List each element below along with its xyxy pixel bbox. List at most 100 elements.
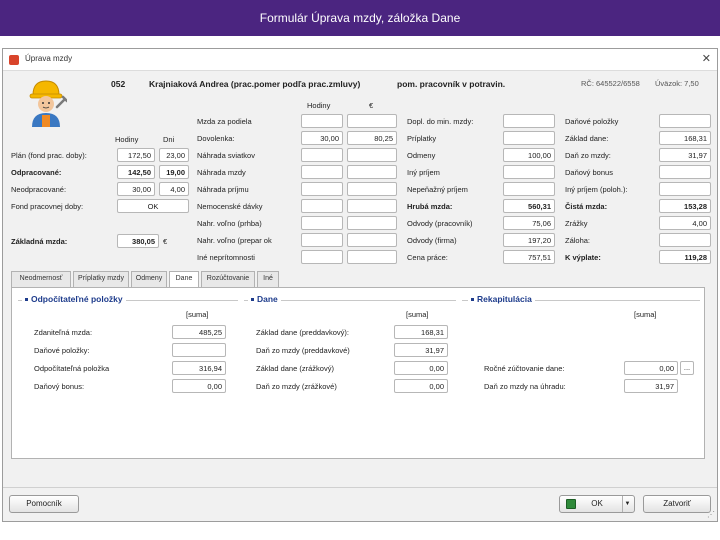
right-a-field[interactable]: 100,00 (503, 148, 555, 162)
group1-field[interactable]: 0,00 (172, 379, 226, 393)
tab-neodmernost[interactable]: Neodmernosť (11, 271, 71, 287)
mid-hodiny-field[interactable] (301, 165, 343, 179)
ok-button[interactable]: OK ▼ (559, 495, 635, 513)
right-a-label: Príplatky (407, 134, 437, 143)
group-marker-icon (251, 298, 254, 302)
right-a-field[interactable]: 75,06 (503, 216, 555, 230)
group-title-odpocitatelne: Odpočítateľné položky (22, 294, 126, 304)
right-a-label: Cena práce: (407, 253, 448, 262)
mid-suma-field[interactable] (347, 199, 397, 213)
right-b-field[interactable] (659, 165, 711, 179)
group1-field[interactable]: 485,25 (172, 325, 226, 339)
mid-row-label: Iné neprítomnosti (197, 253, 255, 262)
odpracovane-hodiny-field[interactable]: 142,50 (117, 165, 155, 179)
resize-grip-icon[interactable]: ⋰ (707, 510, 715, 519)
right-a-field[interactable] (503, 165, 555, 179)
right-a-field[interactable]: 757,51 (503, 250, 555, 264)
mid-hodiny-field[interactable] (301, 199, 343, 213)
slide-title: Formulár Úprava mzdy, záložka Dane (0, 0, 720, 36)
left-row-label: Odpracované: (11, 168, 62, 177)
right-b-field[interactable]: 168,31 (659, 131, 711, 145)
mid-suma-field[interactable] (347, 182, 397, 196)
mid-suma-field[interactable] (347, 165, 397, 179)
mid-suma-field[interactable] (347, 148, 397, 162)
odpracovane-dni-field[interactable]: 19,00 (159, 165, 189, 179)
employee-rc: RČ: 645522/6558 (581, 79, 640, 88)
right-a-field[interactable] (503, 131, 555, 145)
chevron-down-icon[interactable]: ▼ (622, 496, 632, 512)
tab-odmeny[interactable]: Odmeny (131, 271, 167, 287)
group2-field[interactable]: 168,31 (394, 325, 448, 339)
right-a-label: Nepeňažný príjem (407, 185, 468, 194)
right-b-field[interactable]: 31,97 (659, 148, 711, 162)
left-row-label: Plán (fond prac. doby): (11, 151, 87, 160)
cista-mzda-field[interactable]: 153,28 (659, 199, 711, 213)
plan-hodiny-field[interactable]: 172,50 (117, 148, 155, 162)
mid-hodiny-field[interactable] (301, 216, 343, 230)
group2-field[interactable]: 0,00 (394, 361, 448, 375)
help-button[interactable]: Pomocník (9, 495, 79, 513)
zakladna-mzda-field[interactable]: 380,05 (117, 234, 159, 248)
mid-suma-field[interactable] (347, 216, 397, 230)
mid-row-label: Mzda za podiela (197, 117, 252, 126)
group2-label: Základ dane (preddavkový): (256, 328, 349, 337)
right-b-field[interactable]: 4,00 (659, 216, 711, 230)
tab-priplatky[interactable]: Príplatky mzdy (73, 271, 129, 287)
mid-hodiny-field[interactable] (301, 148, 343, 162)
worker-avatar-icon (25, 77, 69, 127)
right-b-field[interactable] (659, 233, 711, 247)
close-icon[interactable]: ✕ (702, 52, 711, 65)
mid-hodiny-field[interactable] (301, 114, 343, 128)
tab-rozuctovanie[interactable]: Rozúčtovanie (201, 271, 255, 287)
mid-hodiny-field[interactable] (301, 250, 343, 264)
neodpracovane-hodiny-field[interactable]: 30,00 (117, 182, 155, 196)
mid-suma-field[interactable] (347, 114, 397, 128)
neodpracovane-dni-field[interactable]: 4,00 (159, 182, 189, 196)
group2-field[interactable]: 0,00 (394, 379, 448, 393)
employee-position: pom. pracovník v potravin. (397, 79, 506, 89)
mid-suma-field[interactable]: 80,25 (347, 131, 397, 145)
mid-row-label: Náhrada mzdy (197, 168, 246, 177)
mid-suma-field[interactable] (347, 233, 397, 247)
dane-tab-panel: Odpočítateľné položky [suma] Zdaniteľná … (11, 287, 705, 459)
group-title-rekapitulacia: Rekapitulácia (468, 294, 535, 304)
group3-label: Ročné zúčtovanie dane: (484, 364, 565, 373)
footer-divider (3, 487, 717, 488)
right-a-label: Hrubá mzda: (407, 202, 453, 211)
close-button-label: Zatvoriť (663, 499, 691, 508)
left-header-hodiny: Hodiny (115, 135, 139, 144)
right-b-field[interactable] (659, 182, 711, 196)
group-marker-icon (471, 298, 474, 302)
group-title-dane: Dane (248, 294, 281, 304)
right-a-field[interactable]: 197,20 (503, 233, 555, 247)
mid-row-label: Nemocenské dávky (197, 202, 263, 211)
left-row-label: Neodpracované: (11, 185, 67, 194)
employee-uvazok: Úväzok: 7,50 (655, 79, 699, 88)
mid-row-label: Nahr. voľno (prepar ok (197, 236, 272, 245)
right-a-label: Dopl. do min. mzdy: (407, 117, 474, 126)
tab-dane[interactable]: Dane (169, 271, 199, 288)
group3-field[interactable]: 31,97 (624, 379, 678, 393)
k-vyplate-field[interactable]: 119,28 (659, 250, 711, 264)
group3-field[interactable]: 0,00 (624, 361, 678, 375)
right-b-label: Daňový bonus (565, 168, 613, 177)
mid-suma-field[interactable] (347, 250, 397, 264)
right-b-label: Daň zo mzdy: (565, 151, 611, 160)
right-a-field[interactable] (503, 114, 555, 128)
group2-field[interactable]: 31,97 (394, 343, 448, 357)
mid-hodiny-field[interactable]: 30,00 (301, 131, 343, 145)
group1-field[interactable]: 316,94 (172, 361, 226, 375)
group2-label: Daň zo mzdy (zrážkové) (256, 382, 337, 391)
right-b-label: Iný príjem (poloh.): (565, 185, 628, 194)
tab-ine[interactable]: Iné (257, 271, 279, 287)
hruba-mzda-field[interactable]: 560,31 (503, 199, 555, 213)
rocne-zuctovanie-dots-button[interactable]: ... (680, 361, 694, 375)
right-a-field[interactable] (503, 182, 555, 196)
mid-hodiny-field[interactable] (301, 233, 343, 247)
right-b-field[interactable] (659, 114, 711, 128)
close-button[interactable]: Zatvoriť (643, 495, 711, 513)
group1-field[interactable] (172, 343, 226, 357)
mid-hodiny-field[interactable] (301, 182, 343, 196)
plan-dni-field[interactable]: 23,00 (159, 148, 189, 162)
window-titlebar: Úprava mzdy ✕ (3, 49, 717, 71)
